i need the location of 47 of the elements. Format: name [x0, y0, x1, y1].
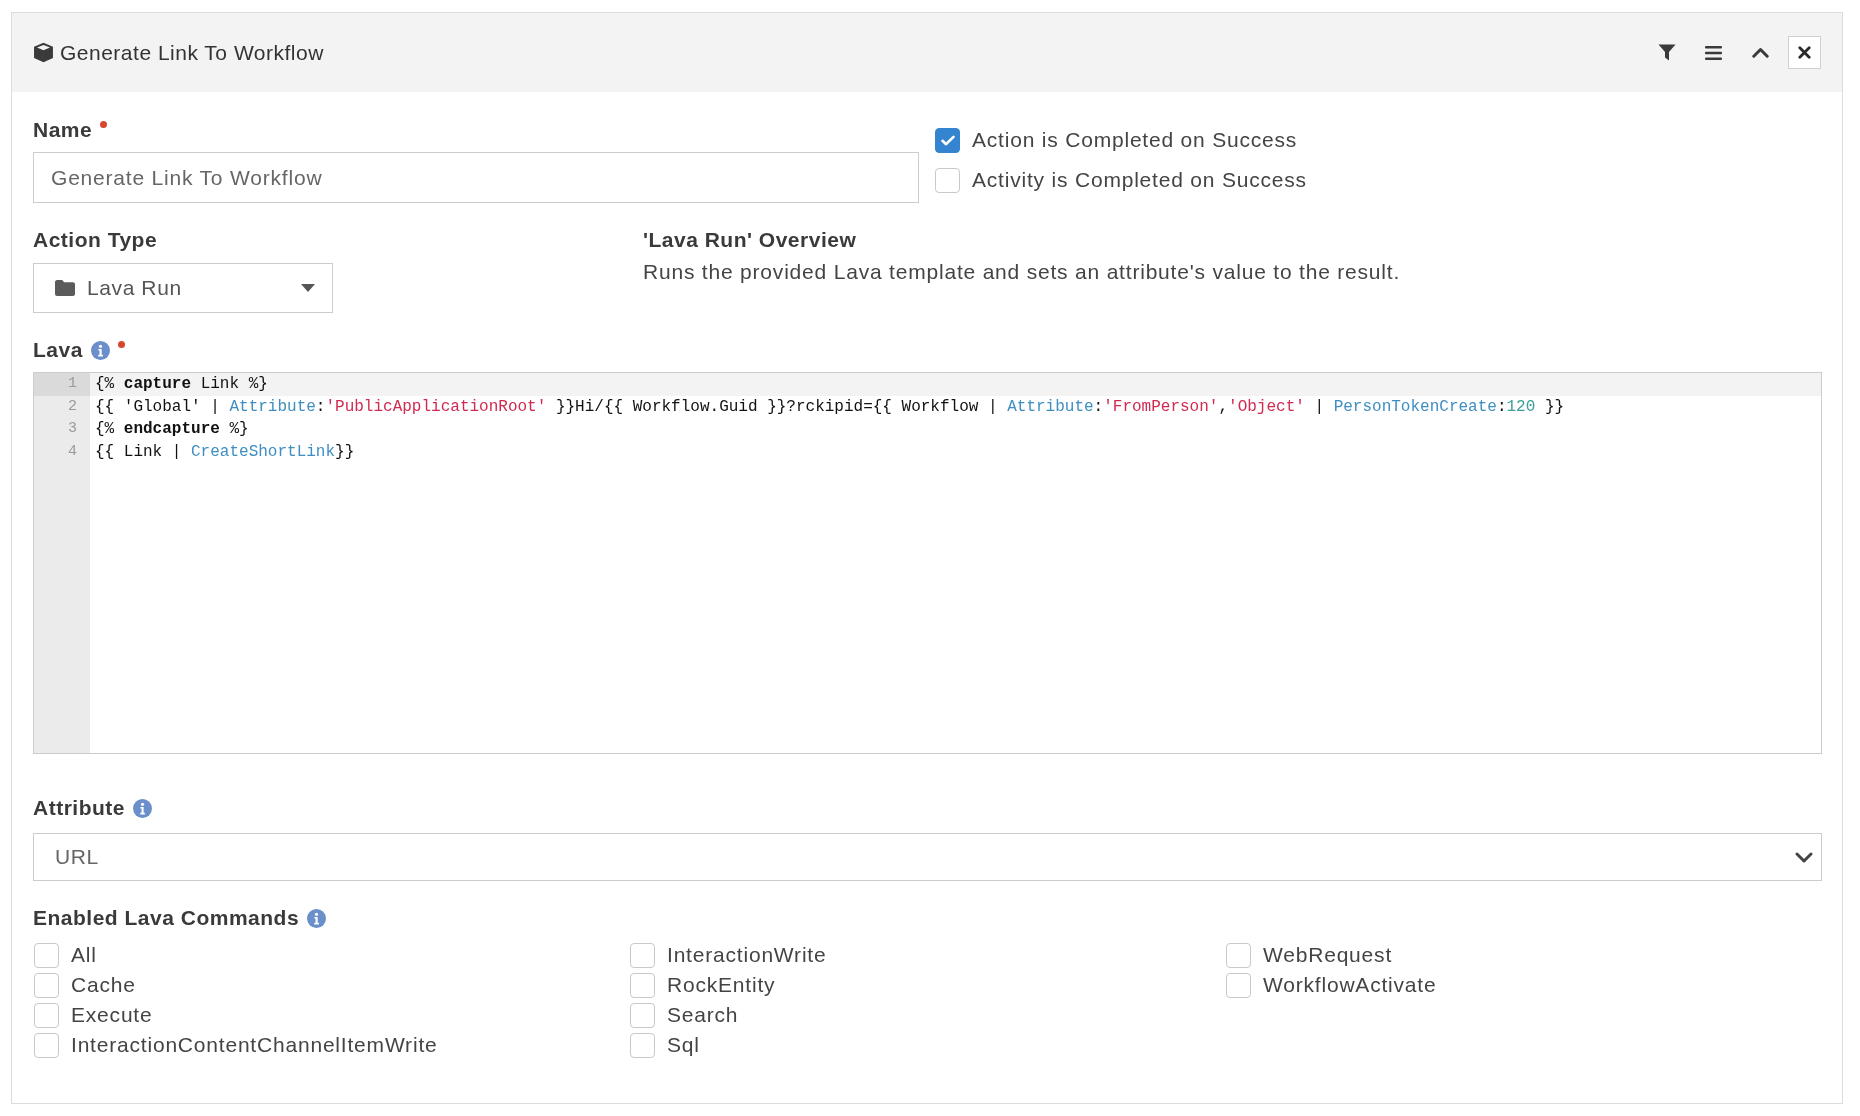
- filter-icon[interactable]: [1658, 44, 1676, 61]
- chevron-up-icon[interactable]: [1752, 47, 1769, 58]
- overview-title: 'Lava Run' Overview: [643, 228, 858, 252]
- checkbox-label: InteractionWrite: [667, 942, 827, 969]
- checkbox-label: InteractionContentChannelItemWrite: [71, 1032, 438, 1059]
- close-button[interactable]: [1788, 36, 1821, 69]
- checkbox-label: Sql: [667, 1032, 700, 1059]
- line-number: 1: [34, 373, 90, 396]
- checkbox[interactable]: [34, 942, 59, 968]
- caret-down-icon: [301, 284, 315, 292]
- chevron-down-icon: [1795, 851, 1813, 863]
- checkbox[interactable]: [34, 1002, 59, 1028]
- checkmark-icon: [940, 134, 955, 146]
- checkbox-label: Action is Completed on Success: [972, 127, 1298, 154]
- checkbox[interactable]: [34, 1032, 59, 1058]
- action-type-select[interactable]: Lava Run: [33, 263, 333, 313]
- checkbox[interactable]: [1226, 942, 1251, 968]
- checkbox[interactable]: [935, 127, 960, 153]
- field-label: Attribute: [33, 796, 125, 820]
- checkbox-label: Cache: [71, 972, 136, 999]
- panel-title: Generate Link To Workflow: [60, 39, 324, 66]
- field-label: Name: [33, 118, 93, 142]
- checkbox-label: WorkflowActivate: [1263, 972, 1437, 999]
- cube-icon: [33, 42, 54, 63]
- attribute-select[interactable]: URL: [33, 833, 1822, 881]
- checkbox-label: Execute: [71, 1002, 153, 1029]
- code-editor[interactable]: [33, 372, 1822, 754]
- name-input[interactable]: Generate Link To Workflow: [33, 152, 919, 203]
- checkbox[interactable]: [935, 167, 960, 193]
- field-label: Action Type: [33, 228, 158, 252]
- checkbox[interactable]: [630, 1032, 655, 1058]
- checkbox[interactable]: [630, 972, 655, 998]
- checkbox-label: RockEntity: [667, 972, 776, 999]
- checkbox[interactable]: [630, 1002, 655, 1028]
- menu-icon[interactable]: [1705, 45, 1722, 60]
- checkbox[interactable]: [1226, 972, 1251, 998]
- checkbox[interactable]: [630, 942, 655, 968]
- overview-text: Runs the provided Lava template and sets an attribute's value to the result.: [643, 260, 1401, 284]
- folder-icon: [55, 280, 75, 296]
- checkbox-label: All: [71, 942, 97, 969]
- checkbox-label: Activity is Completed on Success: [972, 167, 1307, 194]
- field-label: Enabled Lava Commands: [33, 906, 300, 930]
- close-icon: [1798, 46, 1811, 59]
- field-label: Lava: [33, 338, 83, 362]
- checkbox-label: Search: [667, 1002, 739, 1029]
- checkbox-label: WebRequest: [1263, 942, 1393, 969]
- checkbox[interactable]: [34, 972, 59, 998]
